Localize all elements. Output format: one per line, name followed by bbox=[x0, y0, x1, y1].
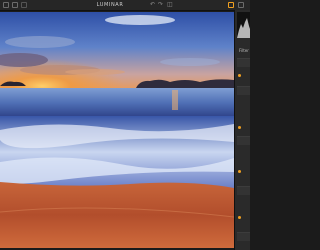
panel-section[interactable] bbox=[237, 58, 250, 67]
filter-toggle[interactable] bbox=[238, 216, 241, 219]
layers-icon[interactable] bbox=[12, 2, 18, 8]
panel-section[interactable] bbox=[237, 136, 250, 145]
redo-icon[interactable]: ↷ bbox=[158, 1, 163, 9]
grid-icon[interactable] bbox=[21, 2, 27, 8]
adjustments-panel: Filter bbox=[234, 10, 250, 250]
share-icon[interactable] bbox=[238, 2, 244, 8]
filter-toggle[interactable] bbox=[238, 170, 241, 173]
compare-icon[interactable]: ◫ bbox=[167, 1, 173, 9]
top-toolbar: LUMINAR ↶ ↷ ◫ bbox=[0, 0, 250, 11]
filter-toggle[interactable] bbox=[238, 126, 241, 129]
panel-section[interactable] bbox=[237, 186, 250, 195]
panel-section[interactable] bbox=[237, 86, 250, 95]
filter-toggle[interactable] bbox=[238, 74, 241, 77]
sunset-beach-photo bbox=[0, 12, 234, 248]
export-icon[interactable] bbox=[228, 2, 234, 8]
panel-section[interactable] bbox=[237, 232, 250, 241]
app-title: LUMINAR bbox=[96, 2, 124, 8]
undo-icon[interactable]: ↶ bbox=[150, 1, 155, 9]
image-icon[interactable] bbox=[3, 2, 9, 8]
luminar-app-window: LUMINAR ↶ ↷ ◫ Filter bbox=[0, 0, 250, 250]
filters-label: Filter bbox=[239, 48, 249, 53]
photo-canvas[interactable] bbox=[0, 12, 234, 248]
histogram bbox=[237, 12, 250, 38]
